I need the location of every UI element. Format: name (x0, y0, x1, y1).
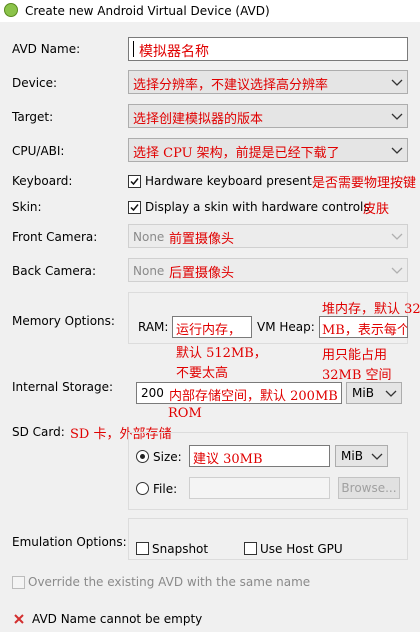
internal-storage-rom-annotation: ROM (168, 406, 202, 421)
keyboard-checkbox[interactable] (128, 175, 141, 188)
vm-heap-annotation-2: 用只能占用 (322, 348, 388, 363)
avd-name-value: 模拟器名称 (139, 44, 209, 60)
sd-file-input[interactable] (189, 477, 330, 499)
radio-selected-dot (140, 454, 145, 459)
checkmark-icon (130, 204, 139, 212)
override-checkbox[interactable] (12, 576, 25, 589)
internal-storage-value: 200 (141, 386, 164, 400)
chevron-down-icon (391, 113, 403, 120)
device-label: Device: (12, 76, 58, 90)
vm-heap-label: VM Heap: (257, 320, 315, 334)
error-x-icon (14, 614, 24, 624)
front-camera-value: None (133, 230, 165, 244)
device-value: 选择分辨率，不建议选择高分辨率 (133, 78, 329, 93)
snapshot-label[interactable]: Snapshot (152, 542, 208, 556)
back-camera-annotation: 后置摄像头 (169, 266, 235, 281)
android-app-icon (4, 3, 18, 17)
avd-name-input[interactable]: 模拟器名称 (128, 37, 408, 61)
skin-checkbox[interactable] (128, 201, 141, 214)
error-message: AVD Name cannot be empty (32, 612, 203, 626)
sd-file-label: File: (153, 482, 178, 496)
target-select[interactable]: 选择创建模拟器的版本 (128, 104, 408, 128)
ram-label: RAM: (138, 320, 169, 334)
chevron-down-icon (391, 147, 403, 154)
target-label: Target: (12, 110, 54, 124)
sd-file-radio[interactable] (136, 482, 149, 495)
back-camera-label: Back Camera: (12, 264, 97, 278)
browse-button[interactable]: Browse... (338, 477, 400, 499)
keyboard-option-label[interactable]: Hardware keyboard present (145, 174, 312, 188)
window-title: Create new Android Virtual Device (AVD) (25, 4, 270, 18)
device-select[interactable]: 选择分辨率，不建议选择高分辨率 (128, 70, 408, 94)
host-gpu-checkbox[interactable] (244, 542, 257, 555)
chevron-down-icon (391, 79, 403, 86)
sd-card-label: SD Card: (12, 425, 65, 439)
ram-annotation-1: 默认 512MB， (176, 346, 267, 361)
vm-heap-input[interactable]: MB，表示每个应 (319, 316, 408, 338)
skin-annotation: 皮肤 (363, 202, 390, 217)
target-value: 选择创建模拟器的版本 (133, 112, 264, 127)
host-gpu-label[interactable]: Use Host GPU (260, 542, 343, 556)
sd-size-radio[interactable] (136, 450, 149, 463)
ram-annotation-2: 不要太高 (176, 366, 229, 381)
chevron-down-icon (391, 267, 403, 274)
internal-storage-unit-select[interactable]: MiB (346, 382, 402, 404)
checkmark-icon (130, 178, 139, 186)
chevron-down-icon (391, 233, 403, 240)
skin-label: Skin: (12, 200, 42, 214)
cpu-abi-value: 选择 CPU 架构，前提是已经下载了 (133, 146, 340, 161)
text-caret (133, 41, 134, 57)
emulation-options-label: Emulation Options: (12, 535, 127, 549)
back-camera-value: None (133, 264, 165, 278)
ram-input[interactable]: 运行内存， (172, 316, 252, 338)
sd-size-value: 建议 30MB (193, 452, 263, 467)
keyboard-label: Keyboard: (12, 174, 73, 188)
cpu-abi-select[interactable]: 选择 CPU 架构，前提是已经下载了 (128, 138, 408, 162)
internal-storage-unit: MiB (352, 386, 374, 400)
ram-value: 运行内存， (176, 323, 242, 338)
sd-size-input[interactable]: 建议 30MB (189, 445, 330, 467)
avd-name-label: AVD Name: (12, 42, 81, 56)
internal-storage-input[interactable]: 200 内部存储空间，默认 200MB (136, 382, 342, 404)
chevron-down-icon (385, 390, 397, 397)
front-camera-label: Front Camera: (12, 230, 98, 244)
sd-size-label: Size: (153, 450, 182, 464)
override-label[interactable]: Override the existing AVD with the same … (28, 575, 310, 589)
snapshot-checkbox[interactable] (136, 542, 149, 555)
internal-storage-annotation: 内部存储空间，默认 200MB (169, 389, 338, 404)
front-camera-select[interactable]: None 前置摄像头 (128, 224, 408, 248)
skin-option-label[interactable]: Display a skin with hardware controls (145, 200, 370, 214)
keyboard-annotation: 是否需要物理按键 (312, 176, 417, 191)
back-camera-select[interactable]: None 后置摄像头 (128, 258, 408, 282)
vm-heap-annotation-3: 32MB 空间 (322, 368, 392, 383)
sd-size-unit-select[interactable]: MiB (335, 445, 388, 467)
sd-size-unit: MiB (341, 449, 363, 463)
internal-storage-label: Internal Storage: (12, 380, 114, 394)
vm-heap-annotation-1: 堆内存，默认 32 (322, 302, 420, 317)
vm-heap-value: MB，表示每个应 (322, 323, 407, 338)
cpu-abi-label: CPU/ABI: (12, 144, 65, 158)
memory-options-label: Memory Options: (12, 314, 115, 328)
chevron-down-icon (371, 453, 383, 460)
front-camera-annotation: 前置摄像头 (169, 232, 235, 247)
